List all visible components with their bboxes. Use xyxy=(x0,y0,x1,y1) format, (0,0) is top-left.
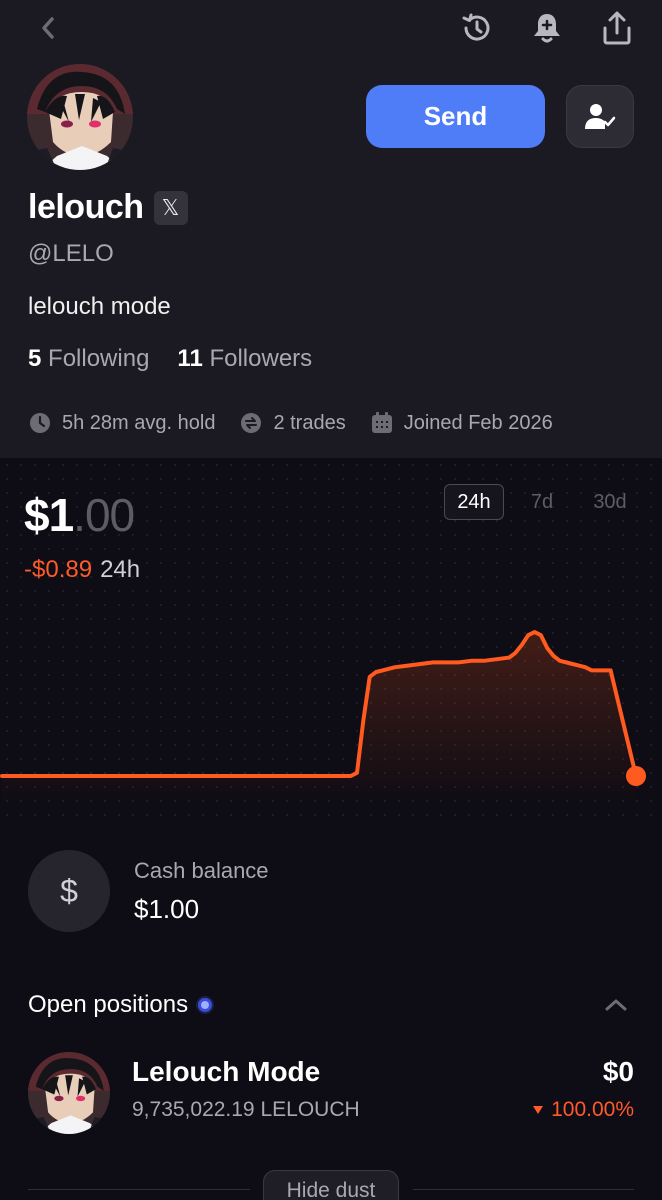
following-link[interactable]: 5 Following xyxy=(28,345,149,373)
user-handle: @LELO xyxy=(28,240,114,267)
chart-area-fill xyxy=(2,632,636,808)
position-change: 100.00% xyxy=(533,1098,634,1122)
portfolio-value-main: $1 xyxy=(24,489,74,541)
open-positions-title: Open positions xyxy=(28,991,189,1018)
down-triangle-icon xyxy=(533,1106,544,1114)
top-actions xyxy=(458,8,636,48)
divider-right xyxy=(413,1189,634,1190)
display-name: lelouch xyxy=(28,188,144,226)
swap-icon xyxy=(239,411,263,435)
share-icon xyxy=(603,11,631,45)
user-bio: lelouch mode xyxy=(28,293,171,320)
change-period: 24h xyxy=(100,556,141,583)
avg-hold-text: 5h 28m avg. hold xyxy=(62,411,216,434)
history-button[interactable] xyxy=(458,8,496,48)
share-button[interactable] xyxy=(598,8,636,48)
add-alert-button[interactable] xyxy=(528,8,566,48)
range-tab-24h[interactable]: 24h xyxy=(444,484,504,520)
chevron-left-icon xyxy=(42,17,54,39)
divider-left xyxy=(28,1189,250,1190)
clock-icon xyxy=(28,411,52,435)
calendar-icon xyxy=(370,411,394,435)
range-tab-7d[interactable]: 7d xyxy=(512,484,572,520)
avatar[interactable] xyxy=(27,64,133,170)
back-button[interactable] xyxy=(30,10,66,46)
portfolio-value-cents: .00 xyxy=(73,489,135,541)
token-avatar xyxy=(28,1052,110,1134)
avatar-image xyxy=(27,64,133,170)
send-button[interactable]: Send xyxy=(366,85,545,148)
followers-label: Followers xyxy=(209,345,313,372)
position-change-value: 100.00% xyxy=(551,1098,634,1121)
history-icon xyxy=(462,13,490,41)
cash-balance-label: Cash balance xyxy=(134,857,269,883)
top-bar xyxy=(0,0,662,60)
cash-balance-row: $ Cash balance $1.00 xyxy=(28,850,269,932)
position-amount: 9,735,022.19 LELOUCH xyxy=(132,1098,360,1121)
change-value: -$0.89 xyxy=(24,556,93,583)
portfolio-change: -$0.89 24h xyxy=(24,556,140,584)
joined-stat: Joined Feb 2026 xyxy=(370,411,553,435)
x-link-icon[interactable]: 𝕏 xyxy=(153,190,188,225)
follow-stats: 5 Following 11 Followers xyxy=(28,345,312,373)
hide-dust-button[interactable]: Hide dust xyxy=(263,1170,399,1200)
avg-hold-stat: 5h 28m avg. hold xyxy=(28,411,215,435)
followers-count: 11 xyxy=(177,345,203,372)
range-tabs: 24h 7d 30d xyxy=(444,484,640,520)
bell-plus-icon xyxy=(534,14,560,43)
position-name: Lelouch Mode xyxy=(132,1056,321,1087)
collapse-button[interactable] xyxy=(598,990,634,1020)
portfolio-section: $1.00 -$0.89 24h 24h 7d 30d $ Cash balan… xyxy=(0,458,662,1200)
chart-end-point xyxy=(626,766,646,786)
dollar-icon: $ xyxy=(28,850,110,932)
user-check-icon xyxy=(585,103,616,129)
trades-text: 2 trades xyxy=(273,411,346,434)
following-label: Following xyxy=(48,345,150,372)
trading-stats: 5h 28m avg. hold 2 trades Joined Feb 202… xyxy=(28,411,553,435)
name-row: lelouch 𝕏 xyxy=(28,188,188,227)
trades-stat: 2 trades xyxy=(239,411,346,435)
follow-button[interactable] xyxy=(566,85,634,148)
range-tab-30d[interactable]: 30d xyxy=(580,484,640,520)
chevron-up-icon xyxy=(605,999,627,1011)
position-value: $0 xyxy=(602,1056,634,1087)
portfolio-chart[interactable] xyxy=(0,598,662,808)
position-row[interactable]: Lelouch Mode 9,735,022.19 LELOUCH $0 100… xyxy=(28,1052,634,1134)
open-positions-header[interactable]: Open positions xyxy=(28,990,634,1020)
cash-balance-value: $1.00 xyxy=(134,893,200,924)
followers-link[interactable]: 11 Followers xyxy=(177,345,312,373)
joined-text: Joined Feb 2026 xyxy=(403,411,553,434)
live-indicator-icon xyxy=(196,996,215,1014)
following-count: 5 xyxy=(28,345,42,372)
portfolio-value: $1.00 xyxy=(24,488,135,542)
